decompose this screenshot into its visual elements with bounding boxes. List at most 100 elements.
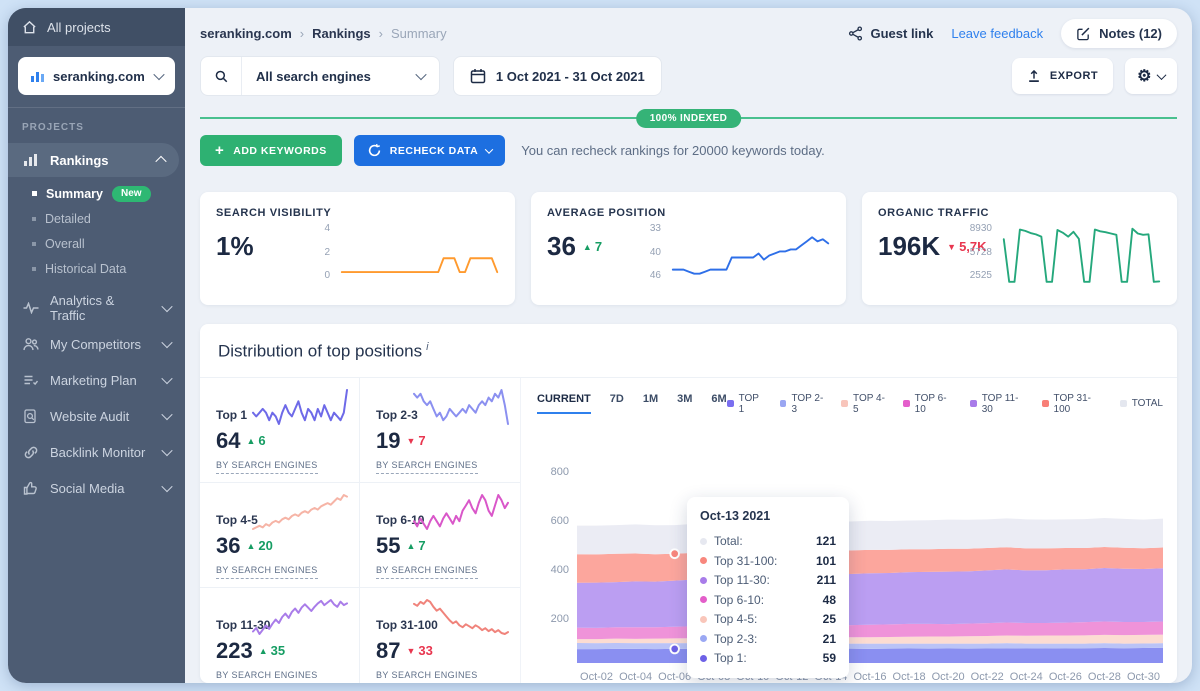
sidebar-subitem-overall[interactable]: Overall [8, 231, 185, 256]
guest-link-label: Guest link [870, 26, 933, 41]
users-icon [22, 337, 39, 351]
legend-top-31-100[interactable]: TOP 31-100 [1042, 393, 1107, 415]
guest-link-button[interactable]: Guest link [848, 26, 933, 41]
bullet-icon [32, 267, 36, 271]
tooltip-row-value: 48 [823, 593, 836, 607]
search-icon [214, 69, 229, 84]
sidebar-item-my-competitors[interactable]: My Competitors [8, 327, 185, 361]
chart-plot[interactable] [577, 453, 1163, 663]
mini-sparkline [410, 491, 512, 533]
sidebar-item-backlink-monitor[interactable]: Backlink Monitor [8, 435, 185, 469]
by-search-engines-link[interactable]: BY SEARCH ENGINES [216, 670, 318, 683]
new-badge: New [112, 186, 151, 202]
recheck-note: You can recheck rankings for 20000 keywo… [521, 143, 825, 158]
sidebar-item-rankings[interactable]: Rankings [8, 143, 179, 177]
tooltip-row-label: Total: [714, 534, 809, 548]
tab-7d[interactable]: 7D [610, 393, 624, 414]
sidebar-subitem-summary[interactable]: SummaryNew [8, 181, 185, 206]
legend-total[interactable]: TOTAL [1120, 398, 1163, 409]
project-name: seranking.com [53, 69, 147, 84]
project-selector[interactable]: seranking.com [18, 57, 175, 95]
all-projects-link[interactable]: All projects [8, 8, 185, 46]
sidebar-item-website-audit[interactable]: Website Audit [8, 399, 185, 433]
tab-3m[interactable]: 3M [677, 393, 692, 414]
tab-1m[interactable]: 1M [643, 393, 658, 414]
date-range-picker[interactable]: 1 Oct 2021 - 31 Oct 2021 [453, 56, 662, 96]
card-delta: ▲7 [583, 239, 602, 254]
tab-6m[interactable]: 6M [711, 393, 726, 414]
by-search-engines-link[interactable]: BY SEARCH ENGINES [376, 565, 478, 579]
breadcrumb-rankings[interactable]: Rankings [312, 26, 371, 41]
x-axis-label: Oct-24 [1010, 671, 1043, 683]
x-axis-label: Oct-06 [658, 671, 691, 683]
breadcrumb-project[interactable]: seranking.com [200, 26, 292, 41]
calendar-icon [470, 68, 486, 84]
by-search-engines-link[interactable]: BY SEARCH ENGINES [216, 565, 318, 579]
chevron-down-icon [161, 373, 172, 384]
legend-swatch [780, 400, 787, 407]
series-dot-icon [700, 616, 707, 623]
notes-button[interactable]: Notes (12) [1061, 19, 1177, 48]
mini-stat-top-31-100: Top 31-10087▼33BY SEARCH ENGINES [360, 588, 520, 683]
info-icon[interactable]: i [426, 341, 428, 353]
tooltip-row: Total:121 [700, 532, 836, 552]
search-engine-select[interactable]: All search engines [200, 56, 440, 96]
mini-stat-delta: ▼33 [406, 643, 432, 658]
legend-top-4-5[interactable]: TOP 4-5 [841, 393, 890, 415]
arrow-up-icon: ▲ [246, 541, 255, 551]
chevron-down-icon [485, 145, 493, 153]
legend-top-1[interactable]: TOP 1 [727, 393, 767, 415]
y-ticks: 420 [302, 218, 338, 293]
settings-button[interactable]: ⚙ [1125, 58, 1177, 94]
main-content: seranking.com › Rankings › Summary Guest… [185, 8, 1192, 683]
mini-stat-value: 55 [376, 533, 400, 559]
by-search-engines-link[interactable]: BY SEARCH ENGINES [376, 460, 478, 474]
recheck-data-label: RECHECK DATA [390, 145, 478, 157]
hover-dot [670, 644, 679, 653]
by-search-engines-link[interactable]: BY SEARCH ENGINES [216, 460, 318, 474]
by-search-engines-link[interactable]: BY SEARCH ENGINES [376, 670, 478, 683]
all-projects-label: All projects [47, 20, 111, 35]
x-axis-label: Oct-02 [580, 671, 613, 683]
legend-top-11-30[interactable]: TOP 11-30 [970, 393, 1029, 415]
tooltip-row-label: Top 1: [714, 651, 816, 665]
recheck-data-button[interactable]: RECHECK DATA [354, 135, 505, 166]
legend-top-6-10[interactable]: TOP 6-10 [903, 393, 957, 415]
export-label: EXPORT [1050, 70, 1098, 82]
tab-current[interactable]: CURRENT [537, 393, 591, 414]
sidebar-item-social-media[interactable]: Social Media [8, 471, 185, 505]
legend-top-2-3[interactable]: TOP 2-3 [780, 393, 829, 415]
leave-feedback-link[interactable]: Leave feedback [951, 26, 1043, 41]
export-button[interactable]: EXPORT [1012, 58, 1113, 94]
mini-sparkline [249, 596, 351, 638]
breadcrumb: seranking.com › Rankings › Summary [200, 26, 447, 41]
tooltip-row-value: 211 [817, 573, 836, 587]
search-segment[interactable] [201, 57, 242, 95]
legend-swatch [1120, 400, 1127, 407]
mini-stat-value: 36 [216, 533, 240, 559]
x-axis-label: Oct-26 [1049, 671, 1082, 683]
sidebar-subitem-historical-data[interactable]: Historical Data [8, 256, 185, 281]
add-keywords-button[interactable]: + ADD KEYWORDS [200, 135, 342, 166]
x-axis-label: Oct-30 [1127, 671, 1160, 683]
legend-swatch [1042, 400, 1049, 407]
mini-stat-value: 64 [216, 428, 240, 454]
link-icon [22, 445, 39, 460]
sidebar-item-analytics-traffic[interactable]: Analytics & Traffic [8, 291, 185, 325]
sidebar-item-marketing-plan[interactable]: Marketing Plan [8, 363, 185, 397]
card-value: 36 [547, 231, 576, 262]
sidebar: All projects seranking.com PROJECTS Rank… [8, 8, 185, 683]
card-value: 196K [878, 231, 940, 262]
home-icon [22, 20, 37, 35]
chevron-down-icon [415, 69, 426, 80]
y-ticks: 893057282525 [964, 218, 1000, 293]
y-ticks: 334046 [633, 218, 669, 293]
x-axis-label: Oct-18 [893, 671, 926, 683]
sidebar-subitem-detailed[interactable]: Detailed [8, 206, 185, 231]
series-dot-icon [700, 577, 707, 584]
organic-traffic-sparkline [1000, 218, 1163, 293]
mini-stat-top-6-10: Top 6-1055▲7BY SEARCH ENGINES [360, 483, 520, 588]
search-visibility-sparkline [338, 218, 501, 293]
refresh-icon [367, 143, 382, 158]
plus-icon: + [215, 143, 224, 158]
